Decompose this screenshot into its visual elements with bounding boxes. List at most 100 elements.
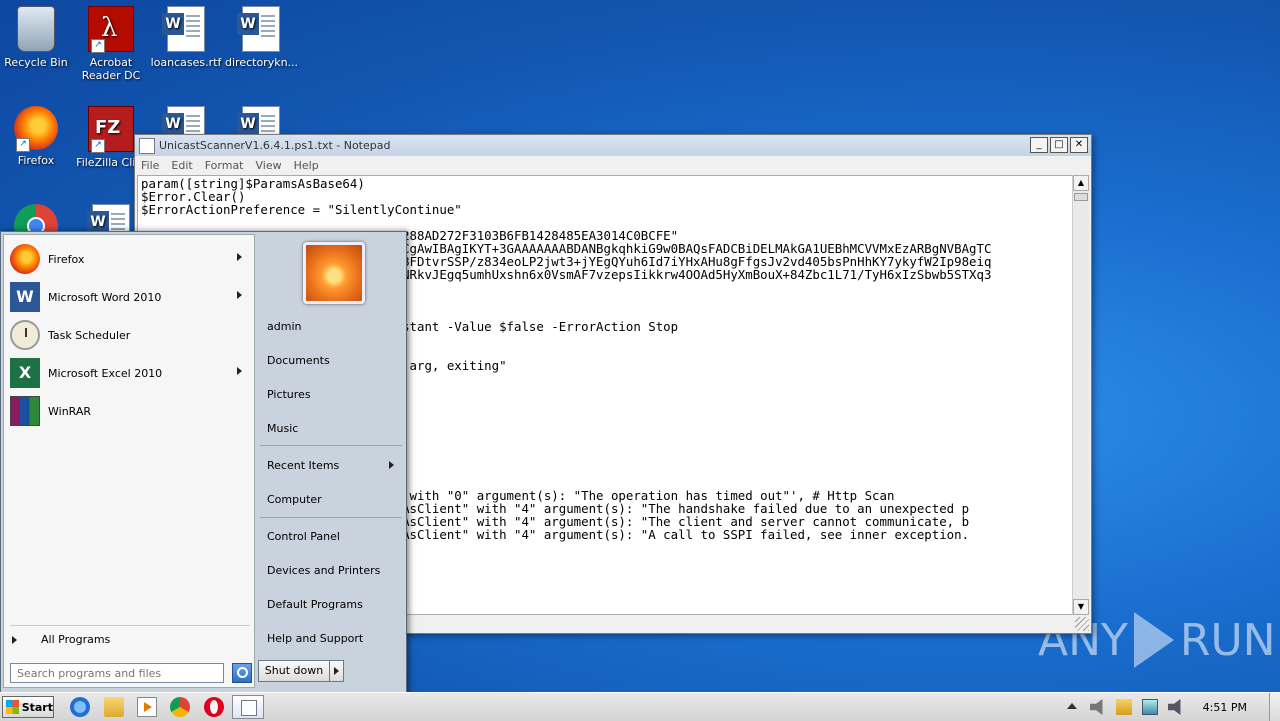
separator — [260, 445, 402, 446]
explorer-icon[interactable] — [104, 697, 124, 717]
firefox-icon: ↗ — [14, 106, 58, 152]
start-search — [10, 663, 252, 685]
desktop-icon-recycle-bin[interactable]: Recycle Bin — [0, 0, 72, 69]
start-item-label: Microsoft Word 2010 — [48, 290, 162, 304]
submenu-arrow-icon[interactable] — [237, 367, 242, 375]
menu-format[interactable]: Format — [201, 159, 252, 172]
place-documents[interactable]: Documents — [260, 346, 400, 374]
start-item-task-scheduler[interactable]: Task Scheduler — [10, 317, 248, 353]
audio-icon[interactable] — [1089, 699, 1103, 715]
scroll-thumb[interactable] — [1074, 193, 1088, 201]
separator — [10, 625, 250, 626]
word-doc-icon — [162, 6, 205, 52]
start-item-word[interactable]: W Microsoft Word 2010 — [10, 279, 248, 315]
shutdown-options-button[interactable] — [330, 660, 344, 682]
start-label: Start — [21, 700, 53, 714]
start-button[interactable]: Start — [2, 696, 54, 718]
play-icon — [1133, 612, 1174, 668]
ie-icon[interactable] — [70, 697, 90, 717]
place-music[interactable]: Music — [260, 414, 400, 442]
search-icon[interactable] — [232, 663, 252, 683]
title-bar[interactable]: UnicastScannerV1.6.4.1.ps1.txt - Notepad… — [135, 135, 1091, 156]
notepad-icon[interactable] — [232, 695, 264, 719]
word-icon: W — [10, 282, 40, 312]
firefox-icon — [10, 244, 40, 274]
minimize-button[interactable]: _ — [1030, 137, 1048, 153]
shutdown-group: Shut down — [258, 660, 344, 682]
desktop-icon-label: Acrobat Reader DC — [81, 56, 141, 82]
user-avatar[interactable] — [303, 242, 365, 304]
recycle-bin-icon — [17, 6, 55, 52]
start-item-label: Task Scheduler — [48, 328, 131, 342]
acrobat-icon: ↗ — [88, 6, 134, 53]
winrar-icon — [10, 396, 40, 426]
desktop-icon-label: loancases.rtf — [150, 56, 222, 69]
scroll-up-arrow[interactable]: ▲ — [1073, 175, 1089, 191]
chrome-icon[interactable] — [170, 697, 190, 717]
menu-bar: File Edit Format View Help — [135, 156, 1091, 174]
place-help-support[interactable]: Help and Support — [260, 624, 400, 652]
place-control-panel[interactable]: Control Panel — [260, 522, 400, 550]
desktop-icon-label: Firefox — [17, 154, 55, 167]
desktop-icon-directory[interactable]: directorykn... — [225, 0, 299, 69]
show-desktop-button[interactable] — [1269, 693, 1280, 721]
notepad-icon — [139, 137, 155, 154]
resize-grip[interactable] — [1075, 617, 1089, 631]
network-icon[interactable] — [1141, 699, 1158, 715]
menu-view[interactable]: View — [252, 159, 290, 172]
place-devices-printers[interactable]: Devices and Printers — [260, 556, 400, 584]
start-item-winrar[interactable]: WinRAR — [10, 393, 248, 429]
separator — [260, 517, 402, 518]
place-recent-items[interactable]: Recent Items — [260, 451, 400, 479]
menu-edit[interactable]: Edit — [167, 159, 200, 172]
submenu-arrow-icon[interactable] — [237, 253, 242, 261]
start-item-label: Firefox — [48, 252, 85, 266]
shutdown-button[interactable]: Shut down — [258, 660, 330, 682]
window-title: UnicastScannerV1.6.4.1.ps1.txt - Notepad — [159, 139, 391, 152]
text-line: $ErrorActionPreference = "SilentlyContin… — [141, 202, 462, 217]
vertical-scrollbar[interactable]: ▲ ▼ — [1072, 175, 1089, 615]
desktop-icon-label: directorykn... — [225, 56, 299, 69]
desktop-icon-loancases[interactable]: loancases.rtf — [150, 0, 222, 69]
taskbar: Start 4:51 PM — [0, 692, 1280, 721]
place-user[interactable]: admin — [260, 312, 400, 340]
menu-file[interactable]: File — [137, 159, 167, 172]
menu-help[interactable]: Help — [290, 159, 327, 172]
place-computer[interactable]: Computer — [260, 485, 400, 513]
start-menu-places: admin Documents Pictures Music Recent It… — [256, 232, 404, 687]
submenu-arrow-icon[interactable] — [237, 291, 242, 299]
system-tray: 4:51 PM — [1059, 693, 1280, 721]
speaker-icon[interactable] — [1167, 699, 1181, 715]
word-doc-icon — [237, 6, 280, 52]
start-item-excel[interactable]: X Microsoft Excel 2010 — [10, 355, 248, 391]
all-programs-button[interactable]: All Programs — [12, 633, 110, 646]
start-item-firefox[interactable]: Firefox — [10, 241, 248, 277]
start-item-label: WinRAR — [48, 404, 92, 418]
place-label: Recent Items — [267, 458, 340, 472]
all-programs-label: All Programs — [41, 633, 111, 646]
arrow-right-icon — [12, 635, 17, 644]
start-menu: Firefox W Microsoft Word 2010 Task Sched… — [0, 231, 407, 694]
submenu-arrow-icon — [389, 461, 394, 469]
close-button[interactable]: ✕ — [1070, 137, 1088, 153]
media-player-icon[interactable] — [137, 697, 157, 717]
task-scheduler-icon — [10, 320, 40, 350]
place-default-programs[interactable]: Default Programs — [260, 590, 400, 618]
desktop-icon-label: Recycle Bin — [4, 56, 68, 69]
excel-icon: X — [10, 358, 40, 388]
desktop-icon-firefox[interactable]: ↗ Firefox — [0, 100, 72, 167]
watermark-right: RUN — [1179, 614, 1276, 666]
maximize-button[interactable]: □ — [1050, 137, 1068, 153]
start-menu-programs: Firefox W Microsoft Word 2010 Task Sched… — [3, 234, 255, 688]
action-center-icon[interactable] — [1115, 699, 1132, 715]
search-input[interactable] — [10, 663, 224, 683]
desktop-icon-acrobat[interactable]: ↗ Acrobat Reader DC — [75, 0, 147, 82]
start-item-label: Microsoft Excel 2010 — [48, 366, 163, 380]
clock[interactable]: 4:51 PM — [1203, 701, 1247, 714]
windows-logo-icon — [6, 700, 19, 714]
scroll-down-arrow[interactable]: ▼ — [1073, 599, 1089, 615]
show-hidden-icons-icon[interactable] — [1064, 699, 1080, 715]
window-controls: _ □ ✕ — [1028, 137, 1088, 153]
opera-icon[interactable] — [204, 697, 224, 717]
place-pictures[interactable]: Pictures — [260, 380, 400, 408]
